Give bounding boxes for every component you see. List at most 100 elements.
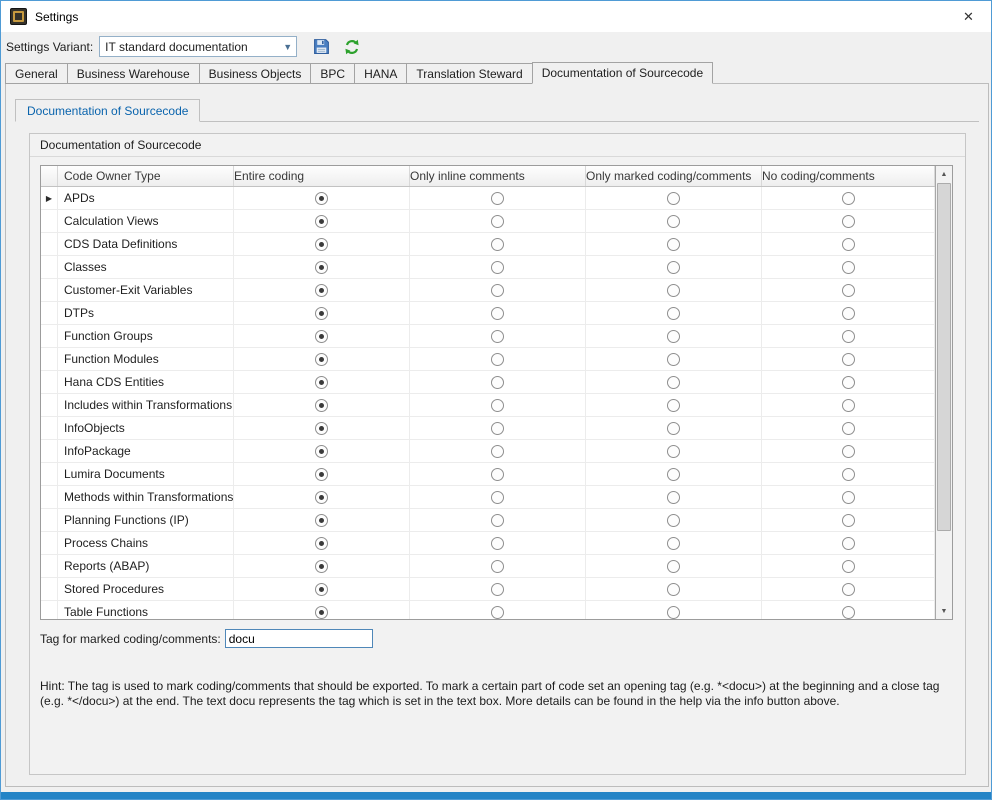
radio-only-marked-coding-comments[interactable] bbox=[667, 215, 680, 228]
radio-no-coding-comments[interactable] bbox=[842, 606, 855, 619]
close-icon[interactable]: ✕ bbox=[946, 1, 991, 32]
vertical-scrollbar[interactable]: ▲ ▼ bbox=[935, 166, 952, 619]
settings-variant-combobox[interactable]: IT standard documentation ▼ bbox=[99, 36, 297, 57]
radio-only-marked-coding-comments[interactable] bbox=[667, 330, 680, 343]
radio-only-inline-comments[interactable] bbox=[491, 560, 504, 573]
radio-only-marked-coding-comments[interactable] bbox=[667, 376, 680, 389]
radio-entire-coding[interactable] bbox=[315, 376, 328, 389]
radio-only-inline-comments[interactable] bbox=[491, 192, 504, 205]
column-header-no-coding-comments[interactable]: No coding/comments bbox=[762, 166, 935, 186]
radio-only-inline-comments[interactable] bbox=[491, 284, 504, 297]
radio-no-coding-comments[interactable] bbox=[842, 215, 855, 228]
tab-translation-steward[interactable]: Translation Steward bbox=[406, 63, 532, 84]
code-owner-type-cell[interactable]: Function Groups bbox=[58, 325, 234, 348]
refresh-button[interactable] bbox=[341, 36, 363, 58]
code-owner-type-cell[interactable]: Hana CDS Entities bbox=[58, 371, 234, 394]
radio-only-inline-comments[interactable] bbox=[491, 399, 504, 412]
radio-only-marked-coding-comments[interactable] bbox=[667, 560, 680, 573]
radio-entire-coding[interactable] bbox=[315, 468, 328, 481]
code-owner-type-cell[interactable]: Function Modules bbox=[58, 348, 234, 371]
radio-only-inline-comments[interactable] bbox=[491, 261, 504, 274]
radio-only-marked-coding-comments[interactable] bbox=[667, 284, 680, 297]
radio-only-inline-comments[interactable] bbox=[491, 307, 504, 320]
chevron-down-icon[interactable]: ▼ bbox=[279, 42, 296, 52]
radio-only-marked-coding-comments[interactable] bbox=[667, 468, 680, 481]
radio-no-coding-comments[interactable] bbox=[842, 399, 855, 412]
radio-no-coding-comments[interactable] bbox=[842, 491, 855, 504]
radio-only-inline-comments[interactable] bbox=[491, 606, 504, 619]
radio-only-inline-comments[interactable] bbox=[491, 468, 504, 481]
radio-entire-coding[interactable] bbox=[315, 445, 328, 458]
tab-business-objects[interactable]: Business Objects bbox=[199, 63, 312, 84]
radio-no-coding-comments[interactable] bbox=[842, 192, 855, 205]
code-owner-type-cell[interactable]: DTPs bbox=[58, 302, 234, 325]
column-header-code-owner-type[interactable]: Code Owner Type bbox=[58, 166, 234, 186]
code-owner-type-cell[interactable]: Reports (ABAP) bbox=[58, 555, 234, 578]
radio-entire-coding[interactable] bbox=[315, 330, 328, 343]
radio-entire-coding[interactable] bbox=[315, 353, 328, 366]
radio-entire-coding[interactable] bbox=[315, 284, 328, 297]
radio-entire-coding[interactable] bbox=[315, 238, 328, 251]
radio-only-inline-comments[interactable] bbox=[491, 514, 504, 527]
radio-entire-coding[interactable] bbox=[315, 560, 328, 573]
code-owner-type-cell[interactable]: InfoPackage bbox=[58, 440, 234, 463]
radio-entire-coding[interactable] bbox=[315, 491, 328, 504]
radio-entire-coding[interactable] bbox=[315, 399, 328, 412]
radio-only-inline-comments[interactable] bbox=[491, 330, 504, 343]
radio-only-inline-comments[interactable] bbox=[491, 238, 504, 251]
radio-only-marked-coding-comments[interactable] bbox=[667, 399, 680, 412]
radio-no-coding-comments[interactable] bbox=[842, 445, 855, 458]
tab-hana[interactable]: HANA bbox=[354, 63, 407, 84]
radio-no-coding-comments[interactable] bbox=[842, 537, 855, 550]
radio-entire-coding[interactable] bbox=[315, 606, 328, 619]
code-owner-type-cell[interactable]: Calculation Views bbox=[58, 210, 234, 233]
code-owner-type-cell[interactable]: InfoObjects bbox=[58, 417, 234, 440]
radio-only-inline-comments[interactable] bbox=[491, 376, 504, 389]
code-owner-type-cell[interactable]: Customer-Exit Variables bbox=[58, 279, 234, 302]
radio-no-coding-comments[interactable] bbox=[842, 583, 855, 596]
radio-entire-coding[interactable] bbox=[315, 215, 328, 228]
radio-entire-coding[interactable] bbox=[315, 307, 328, 320]
radio-entire-coding[interactable] bbox=[315, 192, 328, 205]
column-header-only-marked-coding-comments[interactable]: Only marked coding/comments bbox=[586, 166, 762, 186]
radio-only-inline-comments[interactable] bbox=[491, 583, 504, 596]
code-owner-type-cell[interactable]: Methods within Transformations bbox=[58, 486, 234, 509]
radio-no-coding-comments[interactable] bbox=[842, 376, 855, 389]
column-header-only-inline-comments[interactable]: Only inline comments bbox=[410, 166, 586, 186]
radio-only-marked-coding-comments[interactable] bbox=[667, 307, 680, 320]
radio-entire-coding[interactable] bbox=[315, 261, 328, 274]
radio-no-coding-comments[interactable] bbox=[842, 560, 855, 573]
radio-only-marked-coding-comments[interactable] bbox=[667, 353, 680, 366]
radio-no-coding-comments[interactable] bbox=[842, 514, 855, 527]
scrollbar-thumb[interactable] bbox=[937, 183, 951, 531]
tab-bpc[interactable]: BPC bbox=[310, 63, 355, 84]
radio-only-marked-coding-comments[interactable] bbox=[667, 238, 680, 251]
radio-only-inline-comments[interactable] bbox=[491, 422, 504, 435]
code-owner-type-cell[interactable]: Stored Procedures bbox=[58, 578, 234, 601]
radio-only-inline-comments[interactable] bbox=[491, 215, 504, 228]
radio-only-marked-coding-comments[interactable] bbox=[667, 583, 680, 596]
radio-entire-coding[interactable] bbox=[315, 514, 328, 527]
radio-no-coding-comments[interactable] bbox=[842, 238, 855, 251]
code-owner-type-cell[interactable]: Table Functions bbox=[58, 601, 234, 619]
radio-no-coding-comments[interactable] bbox=[842, 261, 855, 274]
scroll-up-icon[interactable]: ▲ bbox=[936, 166, 952, 182]
radio-only-inline-comments[interactable] bbox=[491, 537, 504, 550]
radio-only-inline-comments[interactable] bbox=[491, 445, 504, 458]
radio-no-coding-comments[interactable] bbox=[842, 353, 855, 366]
radio-no-coding-comments[interactable] bbox=[842, 468, 855, 481]
radio-no-coding-comments[interactable] bbox=[842, 307, 855, 320]
code-owner-type-cell[interactable]: Lumira Documents bbox=[58, 463, 234, 486]
radio-only-marked-coding-comments[interactable] bbox=[667, 192, 680, 205]
code-owner-type-cell[interactable]: Planning Functions (IP) bbox=[58, 509, 234, 532]
tab-general[interactable]: General bbox=[5, 63, 68, 84]
radio-no-coding-comments[interactable] bbox=[842, 284, 855, 297]
tab-business-warehouse[interactable]: Business Warehouse bbox=[67, 63, 200, 84]
radio-entire-coding[interactable] bbox=[315, 583, 328, 596]
tag-input[interactable] bbox=[225, 629, 373, 648]
code-owner-type-cell[interactable]: Includes within Transformations bbox=[58, 394, 234, 417]
code-owner-type-cell[interactable]: Classes bbox=[58, 256, 234, 279]
code-owner-type-cell[interactable]: Process Chains bbox=[58, 532, 234, 555]
radio-only-marked-coding-comments[interactable] bbox=[667, 491, 680, 504]
code-owner-type-cell[interactable]: APDs bbox=[58, 187, 234, 210]
